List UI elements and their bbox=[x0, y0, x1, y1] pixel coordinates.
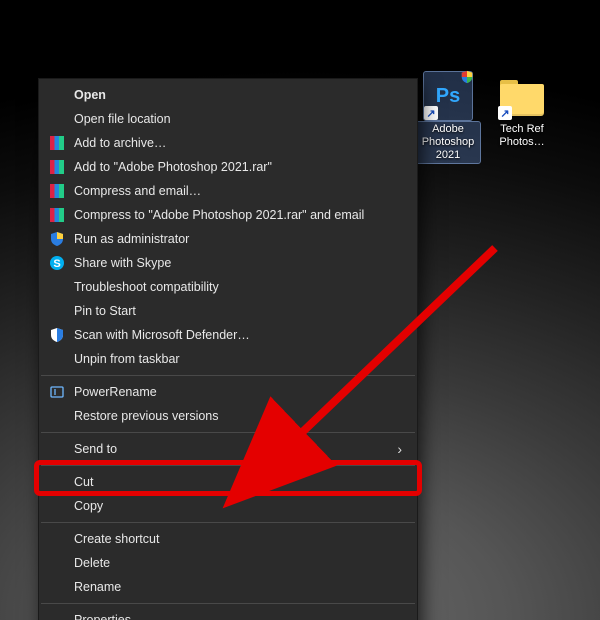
defender-icon bbox=[48, 326, 66, 344]
menu-item-label: Properties bbox=[74, 613, 402, 620]
svg-text:S: S bbox=[53, 258, 60, 270]
shortcut-arrow-icon: ↗ bbox=[498, 106, 512, 120]
uac-shield-icon bbox=[48, 230, 66, 248]
menu-separator bbox=[41, 522, 415, 523]
menu-item-restore-versions[interactable]: Restore previous versions bbox=[40, 404, 416, 428]
menu-separator bbox=[41, 603, 415, 604]
blank-icon bbox=[48, 302, 66, 320]
menu-item-label: Troubleshoot compatibility bbox=[74, 280, 402, 294]
menu-item-pin-to-start[interactable]: Pin to Start bbox=[40, 299, 416, 323]
menu-item-label: Copy bbox=[74, 499, 402, 513]
menu-item-create-shortcut[interactable]: Create shortcut bbox=[40, 527, 416, 551]
menu-item-defender-scan[interactable]: Scan with Microsoft Defender… bbox=[40, 323, 416, 347]
menu-item-copy[interactable]: Copy bbox=[40, 494, 416, 518]
winrar-icon bbox=[48, 182, 66, 200]
photoshop-icon: Ps ↗ bbox=[424, 72, 472, 120]
menu-item-label: Pin to Start bbox=[74, 304, 402, 318]
menu-item-label: Create shortcut bbox=[74, 532, 402, 546]
menu-item-open[interactable]: Open bbox=[40, 83, 416, 107]
winrar-icon bbox=[48, 158, 66, 176]
menu-item-compress-rar-email[interactable]: Compress to "Adobe Photoshop 2021.rar" a… bbox=[40, 203, 416, 227]
menu-item-delete[interactable]: Delete bbox=[40, 551, 416, 575]
desktop-icon-label: Adobe Photoshop 2021 bbox=[416, 122, 480, 163]
menu-item-label: Compress and email… bbox=[74, 184, 402, 198]
menu-item-rename[interactable]: Rename bbox=[40, 575, 416, 599]
blank-icon bbox=[48, 350, 66, 368]
desktop-icon-tech-ref-photos[interactable]: ↗ Tech Ref Photos… bbox=[490, 72, 554, 150]
menu-item-label: Rename bbox=[74, 580, 402, 594]
blank-icon bbox=[48, 554, 66, 572]
menu-item-open-file-location[interactable]: Open file location bbox=[40, 107, 416, 131]
desktop-icon-label: Tech Ref Photos… bbox=[490, 122, 554, 150]
menu-item-label: PowerRename bbox=[74, 385, 402, 399]
menu-item-label: Run as administrator bbox=[74, 232, 402, 246]
menu-item-add-to-archive[interactable]: Add to archive… bbox=[40, 131, 416, 155]
menu-item-label: Share with Skype bbox=[74, 256, 402, 270]
winrar-icon bbox=[48, 206, 66, 224]
folder-icon: ↗ bbox=[498, 72, 546, 120]
menu-item-unpin-taskbar[interactable]: Unpin from taskbar bbox=[40, 347, 416, 371]
menu-item-label: Restore previous versions bbox=[74, 409, 402, 423]
menu-item-label: Delete bbox=[74, 556, 402, 570]
skype-icon: S bbox=[48, 254, 66, 272]
menu-item-label: Add to archive… bbox=[74, 136, 402, 150]
winrar-icon bbox=[48, 134, 66, 152]
blank-icon bbox=[48, 530, 66, 548]
menu-item-label: Scan with Microsoft Defender… bbox=[74, 328, 402, 342]
blank-icon bbox=[48, 110, 66, 128]
menu-item-label: Unpin from taskbar bbox=[74, 352, 402, 366]
shortcut-arrow-icon: ↗ bbox=[424, 106, 438, 120]
menu-item-run-as-admin[interactable]: Run as administrator bbox=[40, 227, 416, 251]
blank-icon bbox=[48, 578, 66, 596]
menu-item-label: Open file location bbox=[74, 112, 402, 126]
submenu-chevron-icon: › bbox=[397, 441, 402, 457]
menu-separator bbox=[41, 465, 415, 466]
menu-item-label: Send to bbox=[74, 442, 397, 456]
menu-item-label: Cut bbox=[74, 475, 402, 489]
menu-item-label: Compress to "Adobe Photoshop 2021.rar" a… bbox=[74, 208, 402, 222]
menu-item-compress-email[interactable]: Compress and email… bbox=[40, 179, 416, 203]
blank-icon bbox=[48, 407, 66, 425]
menu-item-label: Add to "Adobe Photoshop 2021.rar" bbox=[74, 160, 402, 174]
desktop-icon-adobe-photoshop[interactable]: Ps ↗ Adobe Photoshop 2021 bbox=[416, 72, 480, 163]
blank-icon bbox=[48, 440, 66, 458]
menu-separator bbox=[41, 432, 415, 433]
menu-item-troubleshoot[interactable]: Troubleshoot compatibility bbox=[40, 275, 416, 299]
context-menu: Open Open file location Add to archive… … bbox=[38, 78, 418, 620]
menu-item-powerrename[interactable]: PowerRename bbox=[40, 380, 416, 404]
menu-item-cut[interactable]: Cut bbox=[40, 470, 416, 494]
menu-separator bbox=[41, 375, 415, 376]
menu-item-label: Open bbox=[74, 88, 402, 102]
blank-icon bbox=[48, 86, 66, 104]
blank-icon bbox=[48, 611, 66, 620]
menu-item-add-to-rar[interactable]: Add to "Adobe Photoshop 2021.rar" bbox=[40, 155, 416, 179]
menu-item-send-to[interactable]: Send to › bbox=[40, 437, 416, 461]
blank-icon bbox=[48, 497, 66, 515]
uac-shield-overlay-icon bbox=[460, 70, 474, 84]
menu-item-share-skype[interactable]: S Share with Skype bbox=[40, 251, 416, 275]
menu-item-properties[interactable]: Properties bbox=[40, 608, 416, 620]
blank-icon bbox=[48, 278, 66, 296]
powerrename-icon bbox=[48, 383, 66, 401]
blank-icon bbox=[48, 473, 66, 491]
